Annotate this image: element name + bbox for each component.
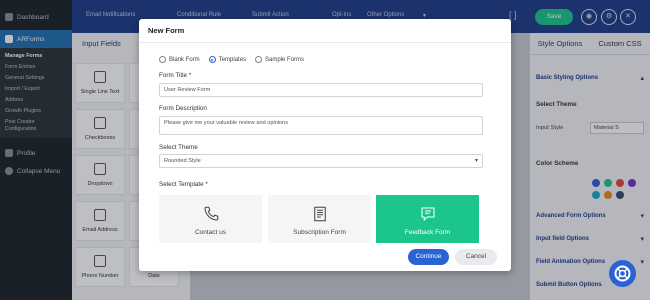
form-description-textarea[interactable]: Please give me your valuable review and … <box>159 116 483 135</box>
select-theme-label: Select Theme <box>159 144 198 151</box>
radio-blank-form[interactable]: Blank Form <box>159 56 200 63</box>
dialog-title: New Form <box>139 19 511 43</box>
chevron-down-icon: ▾ <box>474 158 478 164</box>
select-template-label: Select Template * <box>159 181 208 188</box>
template-contact-us[interactable]: Contact us <box>159 195 262 243</box>
continue-button[interactable]: Continue <box>408 249 449 265</box>
phone-icon <box>203 206 218 221</box>
form-description-label: Form Description <box>159 105 207 112</box>
cancel-button[interactable]: Cancel <box>455 249 497 265</box>
document-icon <box>313 206 326 222</box>
radio-templates[interactable]: Templates <box>208 56 246 63</box>
chat-bubble-icon <box>420 207 435 222</box>
new-form-dialog: New Form Blank Form Templates Sample For… <box>139 19 511 271</box>
radio-sample-forms[interactable]: Sample Forms <box>255 56 304 63</box>
form-type-radio-group: Blank Form Templates Sample Forms <box>159 56 304 63</box>
template-feedback-form[interactable]: Feedback Form <box>376 195 479 243</box>
lifebuoy-icon <box>614 265 631 282</box>
radio-icon <box>255 56 263 63</box>
radio-icon <box>159 56 166 63</box>
form-title-label: Form Title * <box>159 72 192 79</box>
form-title-input[interactable]: User Review Form <box>159 83 483 97</box>
template-subscription-form[interactable]: Subscription Form <box>268 195 371 243</box>
radio-selected-icon <box>208 56 216 63</box>
help-fab-button[interactable] <box>609 260 636 287</box>
theme-select-value: Rounded Style <box>164 158 201 164</box>
theme-select[interactable]: Rounded Style ▾ <box>159 154 483 168</box>
